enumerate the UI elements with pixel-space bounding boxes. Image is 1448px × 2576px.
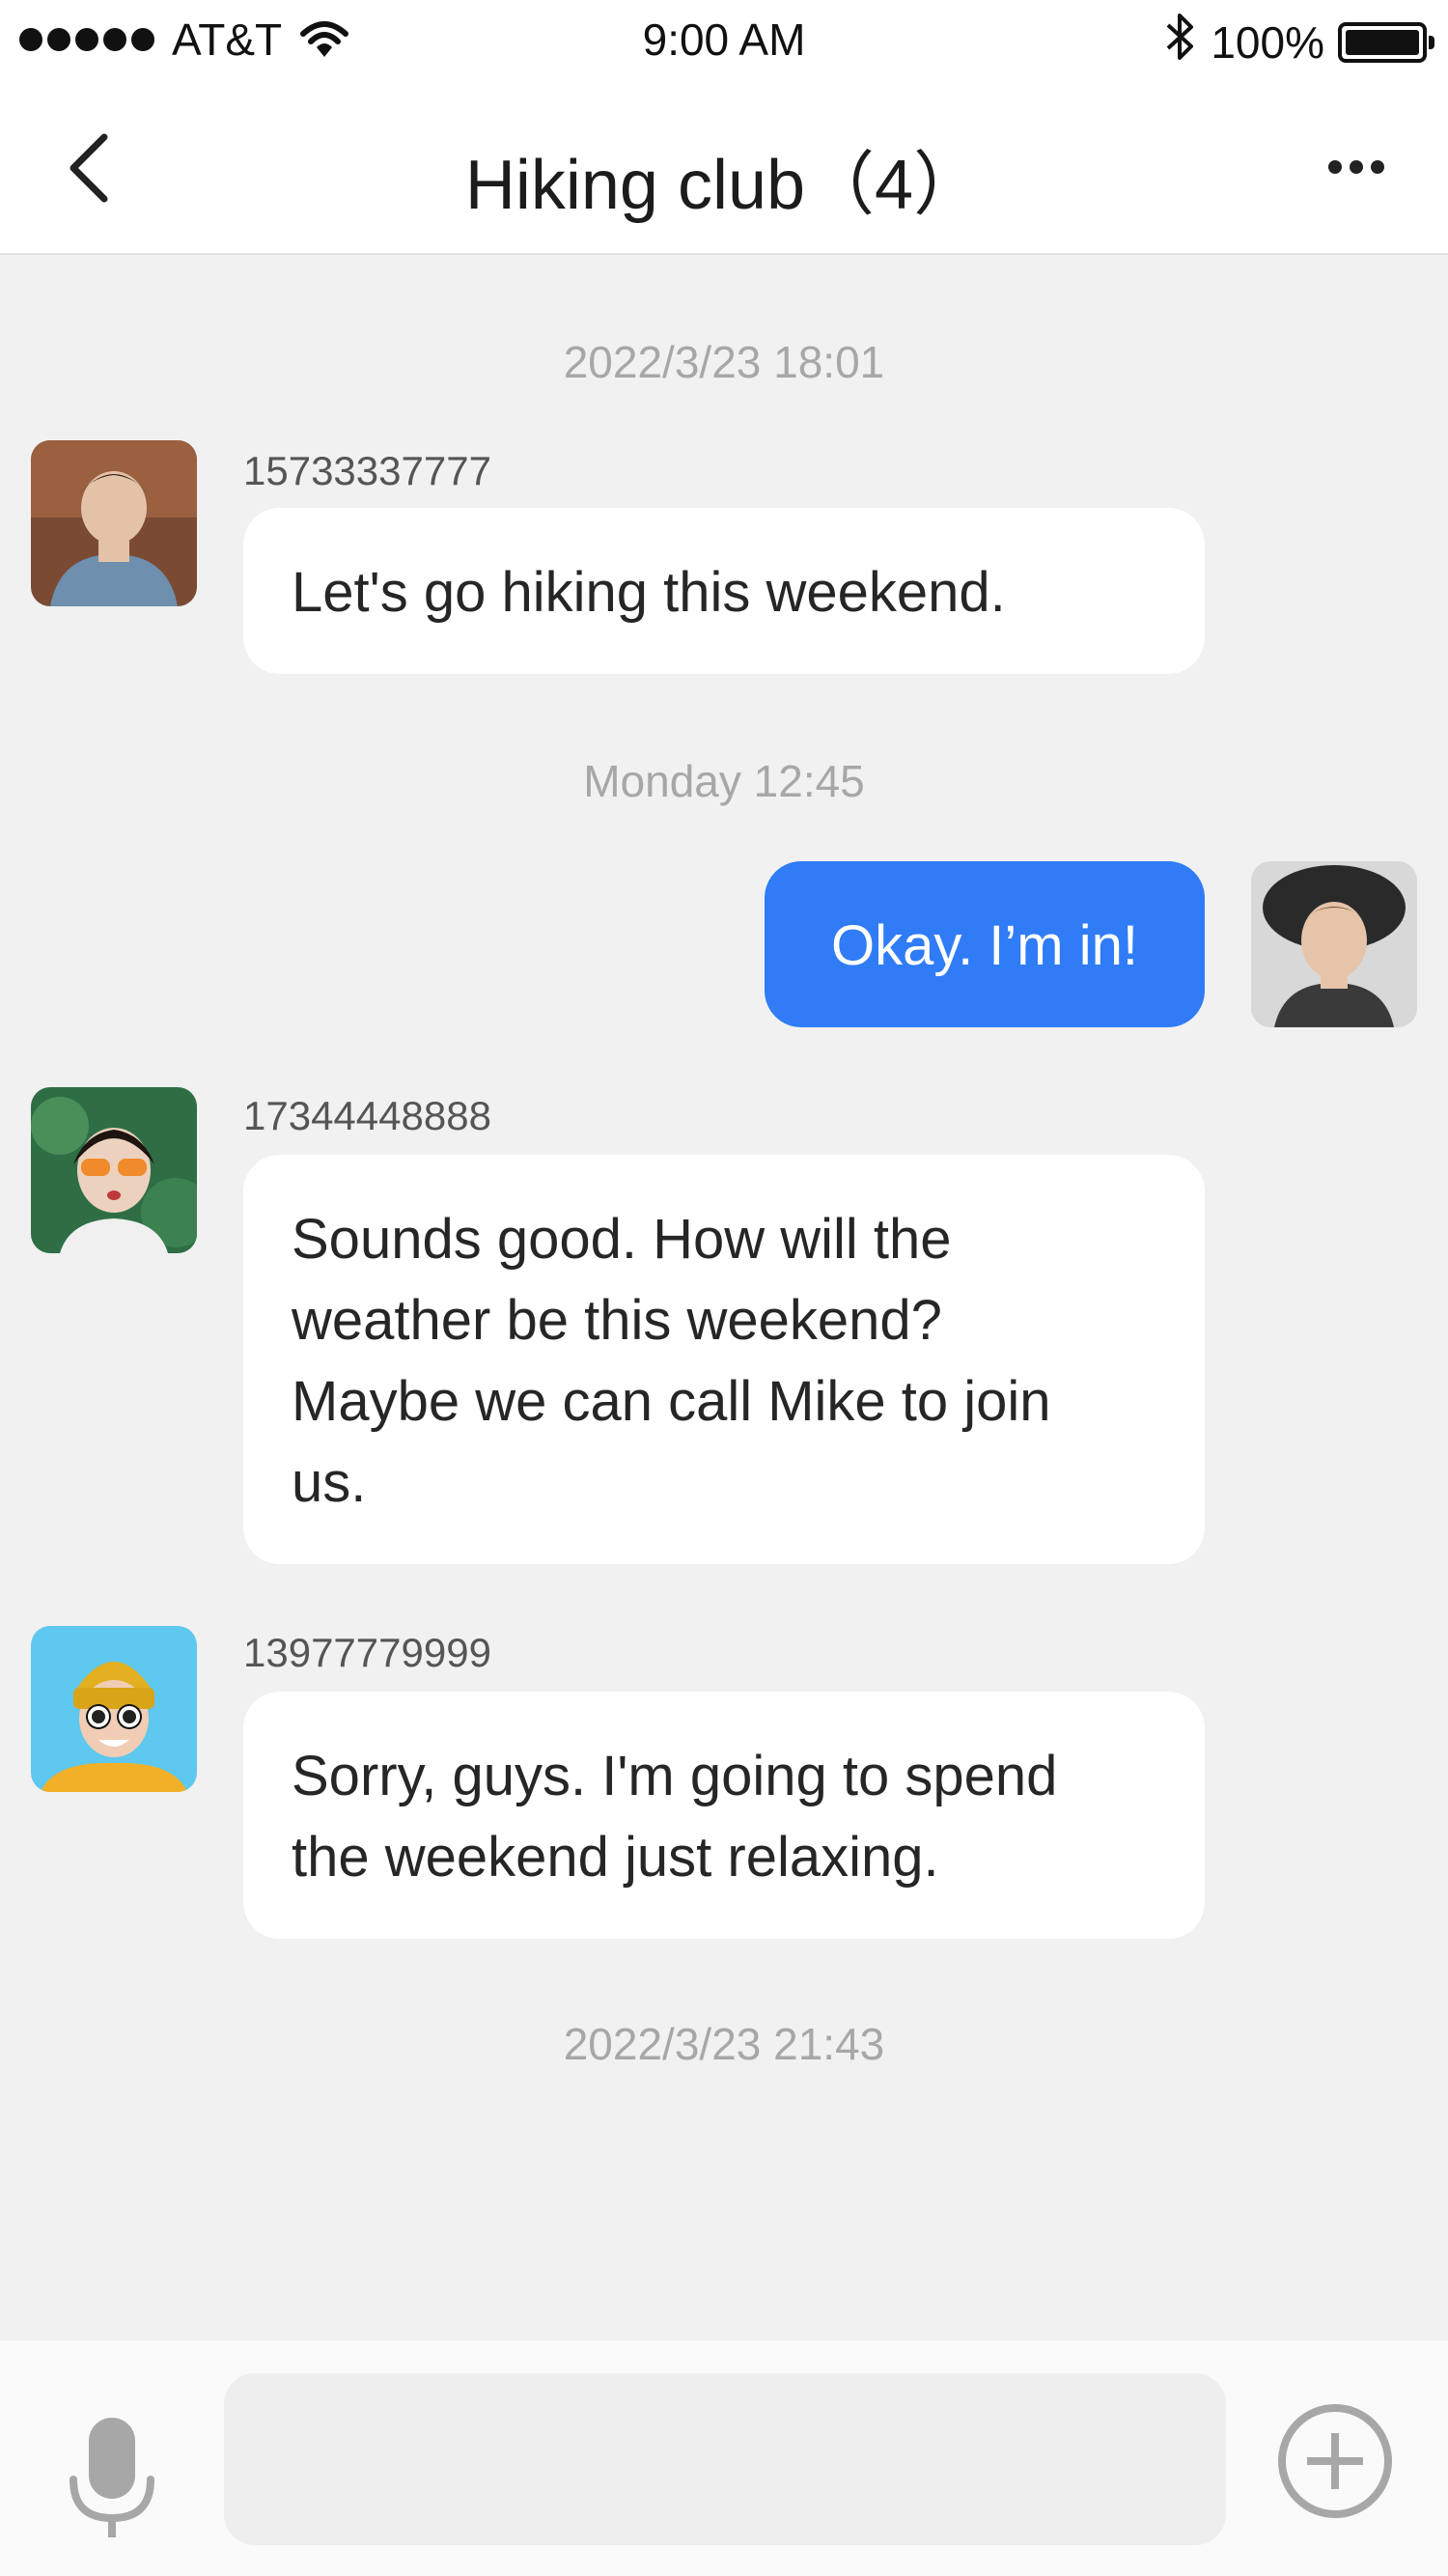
- chat-list[interactable]: 2022/3/23 18:01 15733337777 Let's go hik…: [0, 255, 1448, 2340]
- battery-percent: 100%: [1211, 16, 1324, 68]
- plus-circle-icon[interactable]: [1276, 2402, 1394, 2520]
- message-bubble[interactable]: Sounds good. How will the weather be thi…: [243, 1155, 1205, 1564]
- timestamp: 2022/3/23 21:43: [563, 2019, 885, 2069]
- sender-name: 17344448888: [243, 1093, 491, 1138]
- status-right: 100%: [1164, 12, 1434, 72]
- sender-name: 15733337777: [243, 448, 491, 493]
- message-bubble[interactable]: Let's go hiking this weekend.: [243, 508, 1205, 674]
- battery-icon: [1338, 21, 1434, 63]
- microphone-icon[interactable]: [64, 2410, 160, 2545]
- timestamp: Monday 12:45: [583, 756, 865, 806]
- status-bar: AT&T 9:00 AM 100%: [0, 0, 1448, 81]
- sender-name: 13977779999: [243, 1630, 491, 1675]
- bluetooth-icon: [1164, 12, 1197, 72]
- message-bubble[interactable]: Sorry, guys. I'm going to spend the week…: [243, 1692, 1205, 1939]
- nav-bar: Hiking club（4）: [0, 81, 1448, 255]
- avatar[interactable]: [31, 1087, 197, 1253]
- avatar[interactable]: [31, 1626, 197, 1792]
- input-bar: [0, 2340, 1448, 2576]
- avatar[interactable]: [1251, 861, 1417, 1027]
- avatar[interactable]: [31, 440, 197, 606]
- timestamp: 2022/3/23 18:01: [563, 337, 885, 387]
- page-title: Hiking club（4）: [464, 147, 984, 224]
- more-horizontal-icon[interactable]: [1328, 160, 1384, 174]
- message-bubble-mine[interactable]: Okay. I’m in!: [765, 861, 1205, 1027]
- message-input[interactable]: [224, 2373, 1226, 2545]
